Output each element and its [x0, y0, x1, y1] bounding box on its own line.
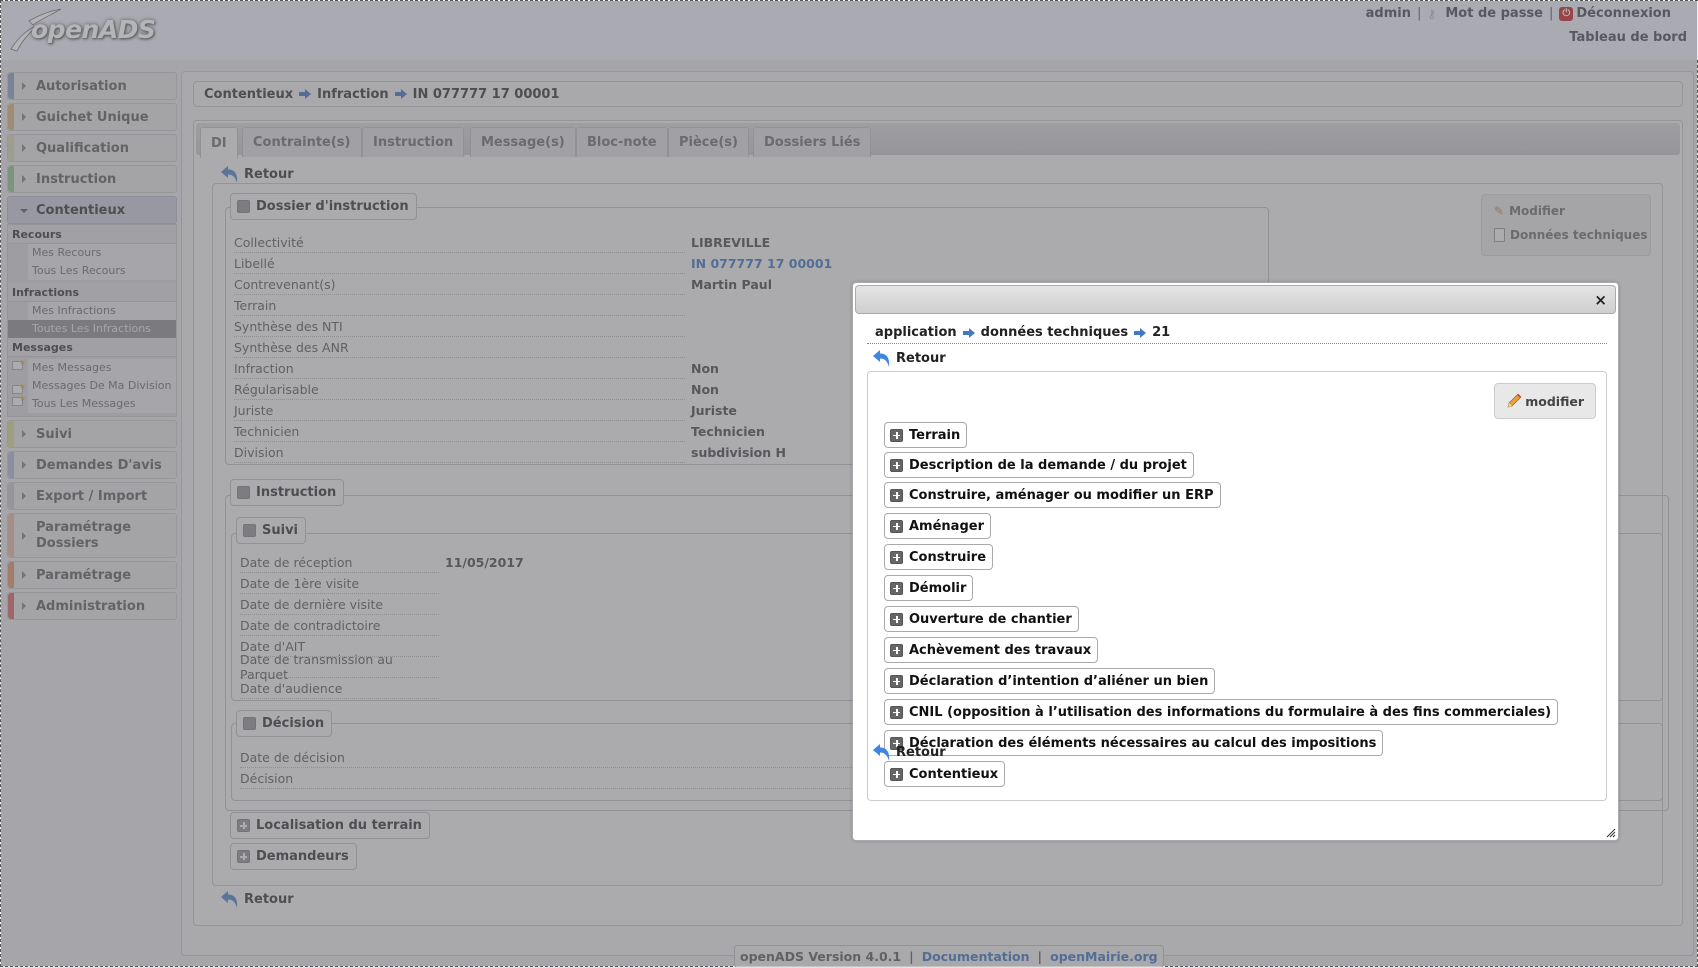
section-toggle[interactable]: CNIL (opposition à l’utilisation des inf…	[884, 699, 1559, 725]
dialog-retour-bottom[interactable]: Retour	[871, 741, 946, 763]
section-toggle[interactable]: Déclaration des éléments nécessaires au …	[884, 730, 1384, 756]
section-label: Construire	[909, 549, 987, 565]
expand-icon	[890, 428, 903, 442]
breadcrumb-item: 21	[1152, 325, 1171, 340]
arrow-right-icon	[1134, 327, 1147, 338]
section-toggle[interactable]: Description de la demande / du projet	[884, 452, 1194, 478]
expand-icon	[890, 767, 903, 781]
back-arrow-icon	[873, 350, 890, 367]
expand-icon	[890, 674, 903, 688]
expand-icon	[890, 458, 903, 472]
section-label: Achèvement des travaux	[909, 642, 1092, 658]
resize-grip-icon[interactable]	[1604, 826, 1616, 838]
section-toggle[interactable]: Construire, aménager ou modifier un ERP	[884, 482, 1221, 508]
section-label: Construire, aménager ou modifier un ERP	[909, 487, 1214, 503]
section-toggle[interactable]: Ouverture de chantier	[884, 606, 1079, 632]
section-label: Déclaration d’intention d’aliéner un bie…	[909, 673, 1209, 689]
section-label: Aménager	[909, 518, 984, 534]
section-label: Terrain	[909, 427, 961, 443]
expand-icon	[890, 705, 903, 719]
expand-icon	[890, 643, 903, 657]
dialog-titlebar[interactable]: ×	[855, 285, 1616, 314]
expand-icon	[890, 612, 903, 626]
retour-label: Retour	[896, 744, 946, 760]
dialog-retour-top[interactable]: Retour	[871, 347, 946, 369]
dialog-breadcrumb: application données techniques 21	[867, 322, 1607, 344]
breadcrumb-item: application	[875, 325, 957, 340]
section-label: Ouverture de chantier	[909, 611, 1072, 627]
section-label: Contentieux	[909, 766, 999, 782]
section-toggle[interactable]: Construire	[884, 544, 994, 570]
expand-icon	[890, 519, 903, 533]
section-label: CNIL (opposition à l’utilisation des inf…	[909, 704, 1552, 720]
pencil-icon	[1507, 393, 1522, 408]
page: openADS admin | ⚷ Mot de passe | ⏻ Décon…	[0, 0, 1698, 968]
expand-icon	[890, 488, 903, 502]
modifier-label: modifier	[1525, 393, 1584, 409]
retour-label: Retour	[896, 350, 946, 366]
close-icon[interactable]: ×	[1594, 291, 1607, 309]
section-toggle[interactable]: Contentieux	[884, 761, 1006, 787]
expand-icon	[890, 550, 903, 564]
section-label: Description de la demande / du projet	[909, 457, 1187, 473]
section-toggle[interactable]: Déclaration d’intention d’aliéner un bie…	[884, 668, 1216, 694]
back-arrow-icon	[873, 744, 890, 761]
section-toggle[interactable]: Démolir	[884, 575, 974, 601]
section-toggle[interactable]: Terrain	[884, 422, 968, 448]
dialog-content: modifier Terrain Description de la demand…	[867, 371, 1607, 801]
donnees-techniques-dialog: × application données techniques 21 Reto…	[852, 282, 1619, 841]
section-label: Déclaration des éléments nécessaires au …	[909, 735, 1377, 751]
section-toggle[interactable]: Achèvement des travaux	[884, 637, 1099, 663]
arrow-right-icon	[962, 327, 975, 338]
expand-icon	[890, 581, 903, 595]
breadcrumb-item: données techniques	[980, 325, 1129, 340]
section-label: Démolir	[909, 580, 967, 596]
modifier-button[interactable]: modifier	[1494, 383, 1596, 419]
section-toggle[interactable]: Aménager	[884, 513, 991, 539]
